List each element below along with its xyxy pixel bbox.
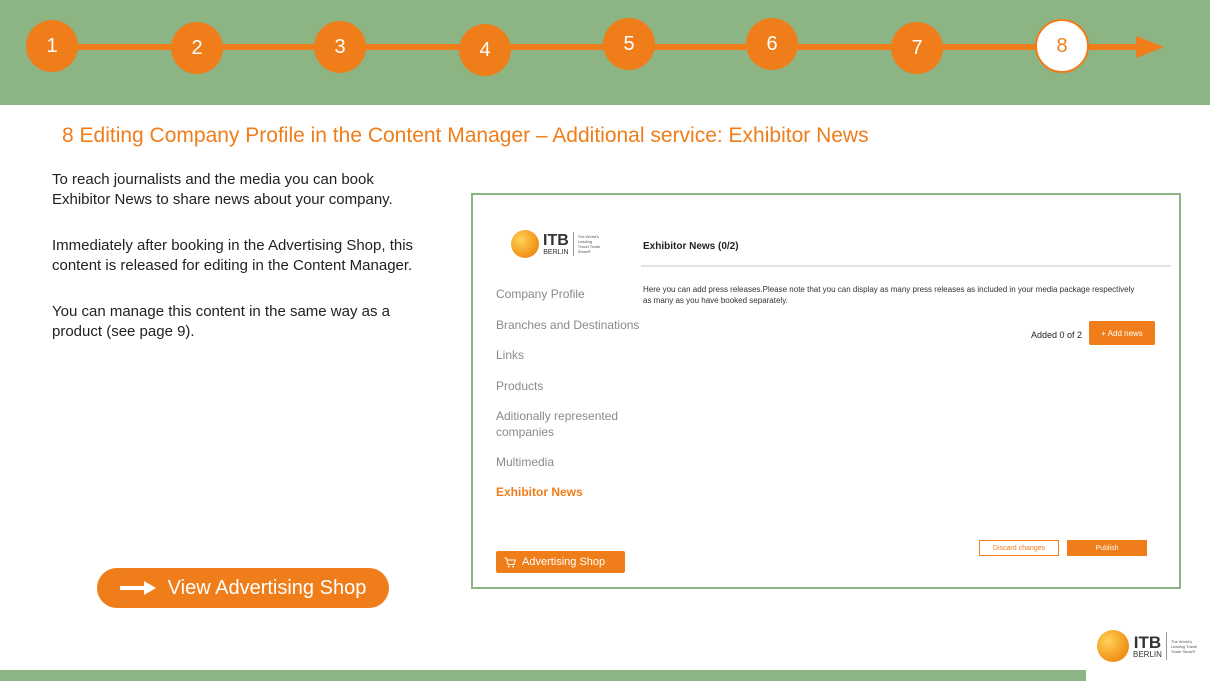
step-1[interactable]: 1 bbox=[26, 20, 78, 72]
logo-tagline: The World's Leading Travel Trade Show® bbox=[577, 234, 601, 254]
nav-additionally-represented[interactable]: Aditionally represented companies bbox=[496, 408, 636, 440]
nav-products[interactable]: Products bbox=[496, 378, 543, 394]
discard-changes-button[interactable]: Discard changes bbox=[979, 540, 1059, 556]
footer-logo-divider bbox=[1165, 632, 1167, 660]
advertising-shop-label: Advertising Shop bbox=[522, 556, 606, 568]
step-progress-bar: 1 2 3 4 5 6 7 8 bbox=[0, 0, 1210, 105]
nav-company-profile[interactable]: Company Profile bbox=[496, 286, 585, 302]
globe-ball-icon bbox=[1097, 630, 1129, 662]
footer-logo-itb-text: ITB bbox=[1133, 632, 1162, 652]
panel-title: Exhibitor News (0/2) bbox=[643, 241, 739, 252]
booking-paragraph: Immediately after booking in the Adverti… bbox=[52, 237, 414, 274]
panel-divider bbox=[641, 265, 1171, 267]
step-7[interactable]: 7 bbox=[891, 22, 943, 74]
panel-description: Here you can add press releases.Please n… bbox=[643, 285, 1135, 305]
page-title: 8 Editing Company Profile in the Content… bbox=[62, 124, 869, 147]
nav-exhibitor-news[interactable]: Exhibitor News bbox=[496, 484, 583, 500]
view-advertising-shop-button[interactable]: View Advertising Shop bbox=[97, 568, 389, 608]
manage-paragraph: You can manage this content in the same … bbox=[52, 303, 390, 340]
nav-links[interactable]: Links bbox=[496, 347, 524, 363]
logo-wordmark: ITB BERLIN bbox=[543, 231, 569, 256]
cm-itb-logo: ITB BERLIN The World's Leading Travel Tr… bbox=[511, 230, 604, 258]
step-8-current[interactable]: 8 bbox=[1035, 19, 1089, 73]
globe-ball-icon bbox=[511, 230, 539, 258]
arrow-right-icon bbox=[119, 581, 156, 595]
footer-logo-berlin-text: BERLIN bbox=[1133, 649, 1162, 659]
footer-logo-wordmark: ITB BERLIN bbox=[1133, 634, 1162, 659]
add-news-button[interactable]: + Add news bbox=[1089, 321, 1155, 345]
step-5[interactable]: 5 bbox=[603, 18, 655, 70]
step-2[interactable]: 2 bbox=[171, 22, 223, 74]
logo-berlin-text: BERLIN bbox=[543, 248, 569, 256]
footer-bar bbox=[0, 670, 1086, 681]
progress-arrow-icon bbox=[1136, 36, 1164, 58]
footer-logo-tagline: The World's Leading Travel Trade Show® bbox=[1170, 638, 1198, 654]
intro-paragraph: To reach journalists and the media you c… bbox=[52, 171, 393, 208]
footer-itb-logo: ITB BERLIN The World's Leading Travel Tr… bbox=[1097, 630, 1199, 662]
nav-multimedia[interactable]: Multimedia bbox=[496, 454, 554, 470]
nav-branches-destinations[interactable]: Branches and Destinations bbox=[496, 317, 639, 333]
step-6[interactable]: 6 bbox=[746, 18, 798, 70]
cart-icon bbox=[504, 557, 516, 567]
advertising-shop-button[interactable]: Advertising Shop bbox=[496, 551, 625, 573]
logo-itb-text: ITB bbox=[543, 231, 569, 249]
view-advertising-shop-label: View Advertising Shop bbox=[167, 576, 367, 599]
step-3[interactable]: 3 bbox=[314, 21, 366, 73]
content-manager-screenshot: ITB BERLIN The World's Leading Travel Tr… bbox=[471, 193, 1181, 589]
step-4[interactable]: 4 bbox=[459, 24, 511, 76]
added-count: Added 0 of 2 bbox=[1031, 330, 1083, 340]
publish-button[interactable]: Publish bbox=[1067, 540, 1147, 556]
logo-divider bbox=[572, 232, 574, 256]
